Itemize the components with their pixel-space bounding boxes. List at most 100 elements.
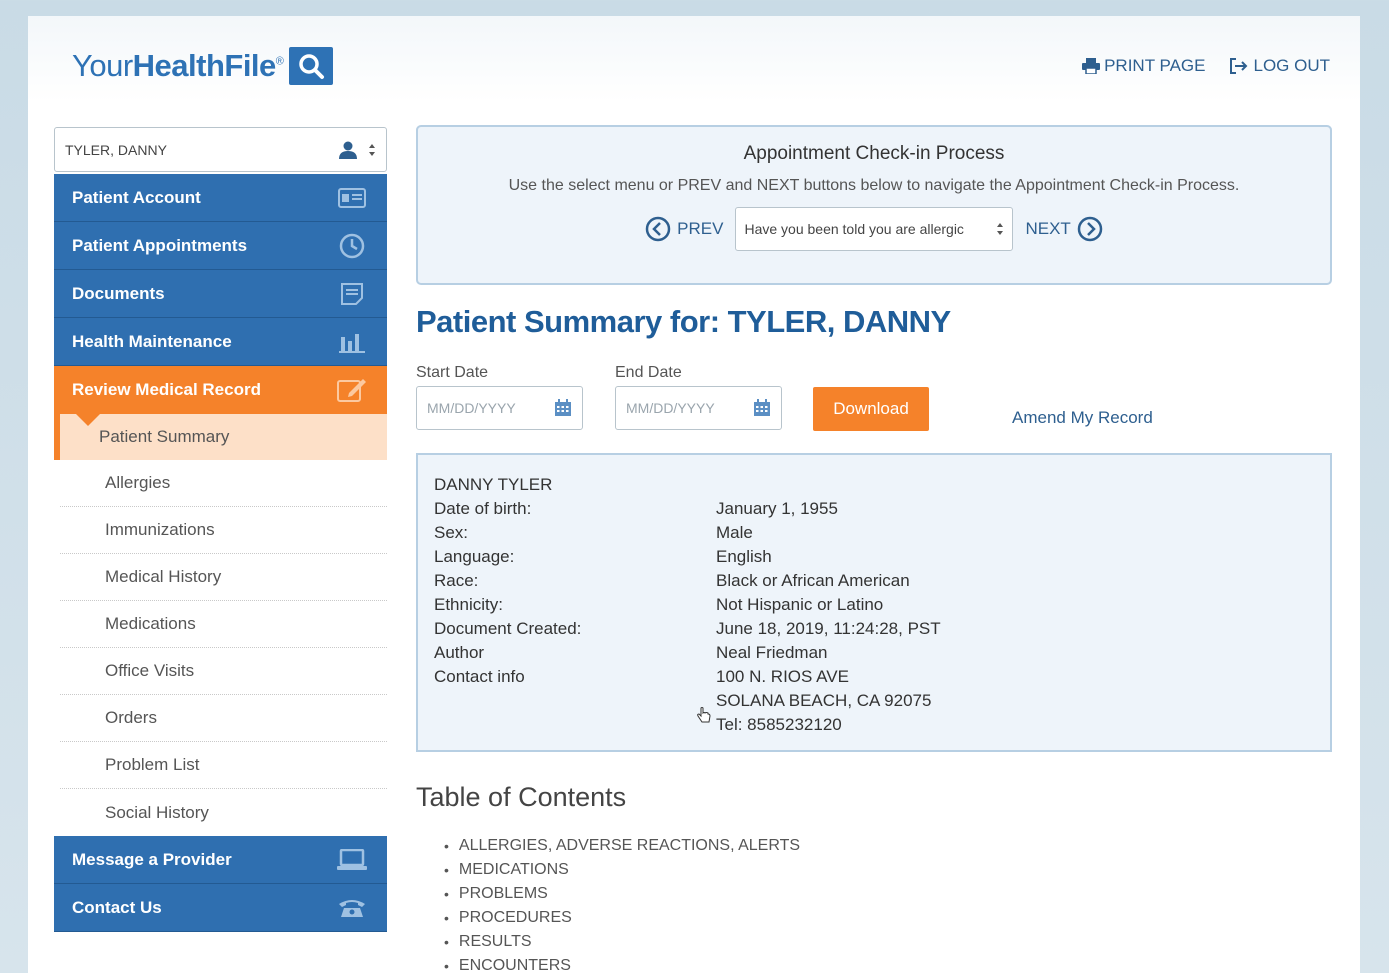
clock-icon [337,232,367,260]
logout-label: LOG OUT [1253,56,1330,75]
select-arrows-icon [997,223,1004,235]
nav-patient-account[interactable]: Patient Account [54,174,387,222]
sub-item-medical-history[interactable]: Medical History [60,554,387,601]
sub-item-label: Medical History [105,567,222,586]
sub-item-problem-list[interactable]: Problem List [60,742,387,789]
chevron-right-circle-icon [1077,216,1103,242]
end-date-input[interactable]: MM/DD/YYYY [615,386,782,430]
page: YourHealthFile® PRINT PAGE LOG OUT TYLER… [28,16,1360,973]
logout-link[interactable]: LOG OUT [1229,56,1330,76]
nav-label: Contact Us [72,897,162,917]
info-row: Ethnicity: Not Hispanic or Latino [434,595,884,614]
end-date-placeholder: MM/DD/YYYY [626,400,715,416]
toc-item[interactable]: PROBLEMS [444,882,800,906]
amend-record-link[interactable]: Amend My Record [1012,408,1153,428]
info-row: Sex: Male [434,523,753,542]
logo[interactable]: YourHealthFile® [72,46,334,86]
nav-label: Health Maintenance [72,331,232,351]
active-notch [76,414,100,426]
end-date-group: End Date MM/DD/YYYY [615,364,782,430]
sub-item-social-history[interactable]: Social History [60,789,387,836]
nav-label: Message a Provider [72,849,232,869]
page-title: Patient Summary for: TYLER, DANNY [416,304,951,339]
patient-info-panel: DANNY TYLER Date of birth: January 1, 195… [416,453,1332,752]
nav-patient-appointments[interactable]: Patient Appointments [54,222,387,270]
sub-item-orders[interactable]: Orders [60,695,387,742]
sub-item-label: Office Visits [105,661,195,680]
calendar-icon[interactable] [554,399,572,417]
sub-item-label: Medications [105,614,196,633]
patient-name: DANNY TYLER [434,475,553,494]
checkin-title: Appointment Check-in Process [743,143,1005,164]
sub-item-allergies[interactable]: Allergies [60,460,387,507]
bar-chart-icon [337,328,367,356]
nav-health-maintenance[interactable]: Health Maintenance [54,318,387,366]
prev-button[interactable]: PREV [645,216,723,242]
sidebar: TYLER, DANNY Patient Account Patient App… [54,127,387,932]
next-label: NEXT [1025,219,1071,238]
chevron-left-circle-icon [645,216,671,242]
info-row: Tel: 8585232120 [716,715,842,734]
user-icon [339,141,357,159]
nav-label: Review Medical Record [72,380,261,399]
sub-item-office-visits[interactable]: Office Visits [60,648,387,695]
info-row: Document Created: June 18, 2019, 11:24:28… [434,619,941,638]
nav-contact-us[interactable]: Contact Us [54,884,387,932]
checkin-step-value: Have you been told you are allergic [744,221,964,237]
sub-item-label: Patient Summary [99,427,230,446]
logout-icon [1230,58,1248,74]
toc-item[interactable]: PROCEDURES [444,906,800,930]
sub-item-label: Allergies [105,473,171,492]
document-icon [337,280,367,308]
checkin-panel: Appointment Check-in Process Use the sel… [416,125,1332,285]
sub-item-label: Problem List [105,755,200,774]
start-date-group: Start Date MM/DD/YYYY [416,364,583,430]
select-arrows-icon [369,143,375,156]
nav-label: Documents [72,283,165,303]
toc-item[interactable]: MEDICATIONS [444,858,800,882]
prev-label: PREV [677,219,724,238]
info-row: SOLANA BEACH, CA 92075 [716,691,932,710]
start-date-input[interactable]: MM/DD/YYYY [416,386,583,430]
toc-list: ALLERGIES, ADVERSE REACTIONS, ALERTS MED… [444,834,800,973]
nav-label: Patient Account [72,187,201,207]
sub-item-immunizations[interactable]: Immunizations [60,507,387,554]
hand-cursor-icon [697,707,711,723]
sub-item-patient-summary[interactable]: Patient Summary [54,414,387,460]
info-row: Date of birth: January 1, 1955 [434,499,838,518]
nav-review-medical-record[interactable]: Review Medical Record [54,366,387,426]
info-row: Race: Black or African American [434,571,910,590]
phone-icon [337,894,367,922]
next-button[interactable]: NEXT [1025,216,1103,242]
toc-item[interactable]: ENCOUNTERS [444,954,800,973]
toc-title: Table of Contents [416,782,627,812]
printer-icon [1082,58,1101,74]
sub-item-medications[interactable]: Medications [60,601,387,648]
start-date-placeholder: MM/DD/YYYY [427,400,516,416]
start-date-label: Start Date [416,364,489,381]
sub-item-label: Immunizations [105,520,215,539]
magnifier-logo-icon [289,47,334,85]
header: YourHealthFile® PRINT PAGE LOG OUT [28,16,1360,102]
calendar-icon[interactable] [753,399,771,417]
sub-item-label: Orders [105,708,157,727]
nav-documents[interactable]: Documents [54,270,387,318]
toc-item[interactable]: RESULTS [444,930,800,954]
checkin-description: Use the select menu or PREV and NEXT but… [508,177,1240,194]
toc-item[interactable]: ALLERGIES, ADVERSE REACTIONS, ALERTS [444,834,800,858]
laptop-icon [337,846,367,874]
sub-item-label: Social History [105,802,209,822]
nav-message-provider[interactable]: Message a Provider [54,836,387,884]
logo-text: YourHealthFile® [72,48,284,83]
info-row: Contact info 100 N. RIOS AVE [434,667,849,686]
patient-select-value: TYLER, DANNY [65,141,167,158]
patient-select[interactable]: TYLER, DANNY [54,127,387,172]
nav-label: Patient Appointments [72,235,248,255]
print-page-link[interactable]: PRINT PAGE [1082,56,1205,76]
checkin-step-select[interactable]: Have you been told you are allergic [735,207,1014,251]
info-row: Author Neal Friedman [434,643,828,662]
id-card-icon [337,184,367,212]
end-date-label: End Date [615,364,682,381]
download-button[interactable]: Download [813,387,929,431]
print-page-label: PRINT PAGE [1104,56,1206,75]
